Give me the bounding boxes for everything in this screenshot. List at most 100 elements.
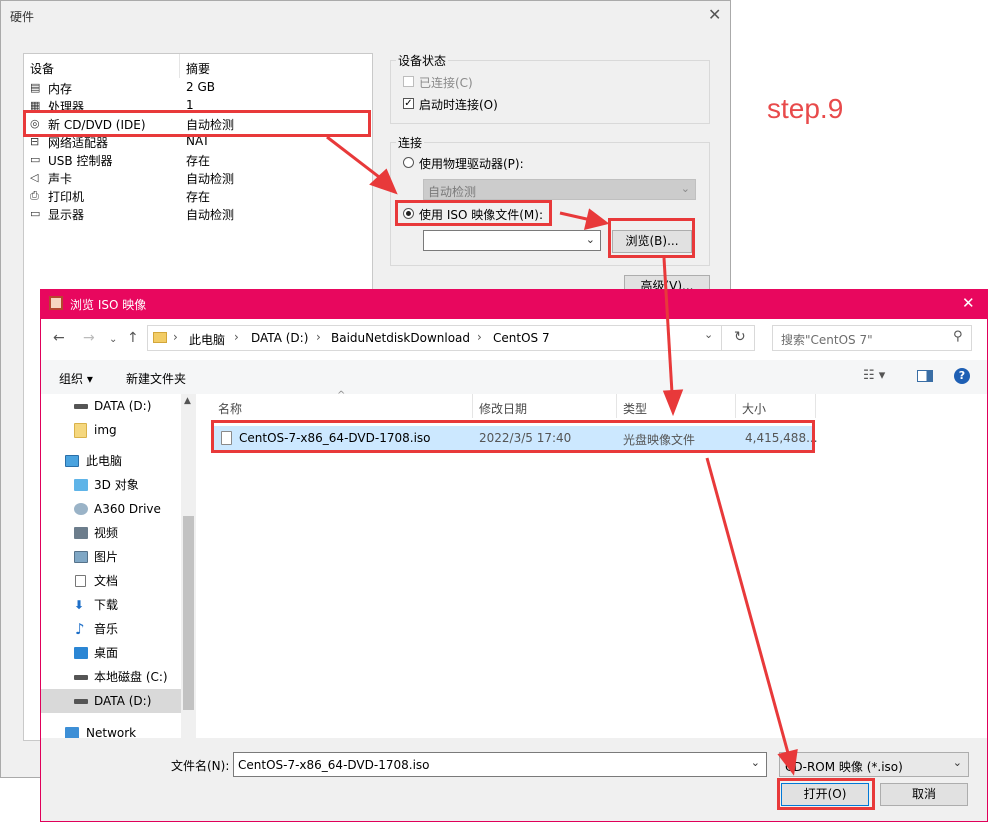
nav-item-downloads[interactable]: ⬇ 下载: [41, 593, 181, 617]
preview-pane-icon[interactable]: [917, 370, 933, 382]
column-header-date[interactable]: 修改日期: [479, 400, 527, 417]
nav-item-a360-drive[interactable]: A360 Drive: [41, 497, 181, 521]
search-box[interactable]: 搜索"CentOS 7" ⚲: [772, 325, 972, 351]
documents-icon: [75, 575, 86, 587]
help-icon[interactable]: ?: [954, 368, 970, 384]
browse-dialog-titlebar: 浏览 ISO 映像 ✕: [40, 289, 988, 319]
device-row-usb[interactable]: ▭ USB 控制器 存在: [30, 152, 370, 170]
physical-drive-select[interactable]: 自动检测 ⌄: [423, 179, 696, 200]
highlight-cd-dvd-row: [23, 110, 371, 137]
vmware-app-icon: [49, 296, 63, 310]
highlight-browse-button: [608, 218, 695, 258]
nav-item-label: 下载: [94, 598, 119, 612]
device-column-header[interactable]: 设备: [30, 60, 54, 77]
breadcrumb-item[interactable]: 此电脑: [189, 331, 225, 348]
chevron-down-icon: ⌄: [585, 233, 595, 246]
device-summary: 自动检测: [186, 208, 235, 222]
breadcrumb-separator-icon: ›: [477, 330, 482, 344]
column-divider: [472, 394, 473, 418]
chevron-down-icon[interactable]: ⌄: [751, 756, 760, 769]
up-arrow-icon[interactable]: ↑: [127, 330, 139, 346]
chevron-down-icon: ⌄: [952, 756, 962, 769]
refresh-icon[interactable]: ↻: [734, 329, 746, 345]
3d-objects-icon: [74, 479, 88, 491]
breadcrumb-item[interactable]: BaiduNetdiskDownload: [331, 331, 470, 345]
device-name: 显示器: [48, 208, 85, 222]
network-adapter-icon: ⊟: [30, 135, 40, 148]
highlight-open-button: [777, 778, 875, 810]
nav-item-this-pc[interactable]: 此电脑: [41, 449, 181, 473]
hardware-dialog-title: 硬件: [10, 10, 35, 24]
drive-icon: [74, 404, 88, 409]
step-label: step.9: [767, 93, 844, 124]
device-row-display[interactable]: ▭ 显示器 自动检测: [30, 206, 370, 224]
nav-item-label: 图片: [94, 550, 119, 564]
column-header-name[interactable]: 名称: [218, 400, 242, 417]
nav-item-label: 本地磁盘 (C:): [94, 670, 168, 684]
iso-path-combobox[interactable]: ⌄: [423, 230, 601, 251]
address-divider: [721, 326, 722, 350]
nav-item-desktop[interactable]: 桌面: [41, 641, 181, 665]
display-icon: ▭: [30, 207, 41, 220]
forward-arrow-icon[interactable]: →: [83, 330, 95, 346]
nav-item-3d-objects[interactable]: 3D 对象: [41, 473, 181, 497]
navigation-items: DATA (D:) img 此电脑 3D 对象 A360 Drive 视频 图片…: [41, 394, 181, 740]
filetype-select[interactable]: CD-ROM 映像 (*.iso) ⌄: [779, 752, 969, 777]
nav-item-img[interactable]: img: [41, 418, 181, 442]
recent-locations-chevron-icon[interactable]: ⌄: [109, 334, 117, 345]
organize-button[interactable]: 组织 ▾: [59, 370, 93, 387]
nav-item-label: 桌面: [94, 646, 119, 660]
physical-drive-radio[interactable]: [403, 157, 414, 168]
scroll-up-icon[interactable]: ▲: [184, 396, 191, 406]
nav-item-label: 视频: [94, 526, 119, 540]
folder-icon: [74, 423, 87, 438]
pictures-icon: [74, 551, 88, 563]
nav-item-pictures[interactable]: 图片: [41, 545, 181, 569]
view-options-icon[interactable]: ☷ ▾: [863, 368, 885, 383]
physical-drive-label: 使用物理驱动器(P):: [419, 157, 524, 171]
device-row-sound-card[interactable]: ◁ 声卡 自动检测: [30, 170, 370, 188]
a360-icon: [74, 503, 88, 515]
nav-item-documents[interactable]: 文档: [41, 569, 181, 593]
nav-item-data-d[interactable]: DATA (D:): [41, 394, 181, 418]
column-divider: [815, 394, 816, 418]
connection-title: 连接: [396, 134, 425, 151]
breadcrumb-separator-icon: ›: [173, 330, 178, 344]
address-dropdown-chevron-icon[interactable]: ⌄: [704, 328, 713, 341]
device-name: 内存: [48, 82, 73, 96]
column-divider: [616, 394, 617, 418]
nav-item-music[interactable]: ♪ 音乐: [41, 617, 181, 641]
column-header-type[interactable]: 类型: [623, 400, 647, 417]
column-header-size[interactable]: 大小: [742, 400, 766, 417]
breadcrumb-item[interactable]: CentOS 7: [493, 331, 550, 345]
device-row-memory[interactable]: ▤ 内存 2 GB: [30, 80, 370, 98]
filename-input[interactable]: CentOS-7-x86_64-DVD-1708.iso ⌄: [233, 752, 767, 777]
connected-checkbox[interactable]: [403, 76, 414, 87]
browse-dialog-title: 浏览 ISO 映像: [70, 298, 147, 312]
device-row-printer[interactable]: ⎙ 打印机 存在: [30, 188, 370, 206]
highlight-file-row: [211, 420, 815, 453]
device-summary: 存在: [186, 154, 211, 168]
back-arrow-icon[interactable]: ←: [53, 330, 65, 346]
nav-item-data-d-selected[interactable]: DATA (D:): [41, 689, 181, 713]
physical-drive-value: 自动检测: [428, 185, 477, 199]
nav-item-videos[interactable]: 视频: [41, 521, 181, 545]
browse-close-button[interactable]: ✕: [962, 294, 975, 312]
search-placeholder: 搜索"CentOS 7": [781, 333, 873, 347]
breadcrumb-item[interactable]: DATA (D:): [251, 331, 308, 345]
nav-item-label: 此电脑: [86, 454, 123, 468]
nav-pane-scroll-thumb[interactable]: [183, 516, 194, 710]
hardware-close-button[interactable]: ✕: [708, 5, 721, 24]
drive-icon: [74, 675, 88, 680]
nav-item-label: img: [94, 423, 117, 437]
summary-column-header[interactable]: 摘要: [186, 60, 210, 77]
cancel-button[interactable]: 取消: [880, 783, 968, 806]
breadcrumb-separator-icon: ›: [316, 330, 321, 344]
connected-label: 已连接(C): [419, 76, 473, 90]
new-folder-button[interactable]: 新建文件夹: [126, 370, 186, 387]
address-bar[interactable]: › 此电脑 › DATA (D:) › BaiduNetdiskDownload…: [147, 325, 755, 351]
nav-item-local-disk-c[interactable]: 本地磁盘 (C:): [41, 665, 181, 689]
device-summary: 2 GB: [186, 80, 215, 94]
connect-at-power-on-checkbox[interactable]: ✓: [403, 98, 414, 109]
filename-label: 文件名(N):: [171, 759, 230, 773]
